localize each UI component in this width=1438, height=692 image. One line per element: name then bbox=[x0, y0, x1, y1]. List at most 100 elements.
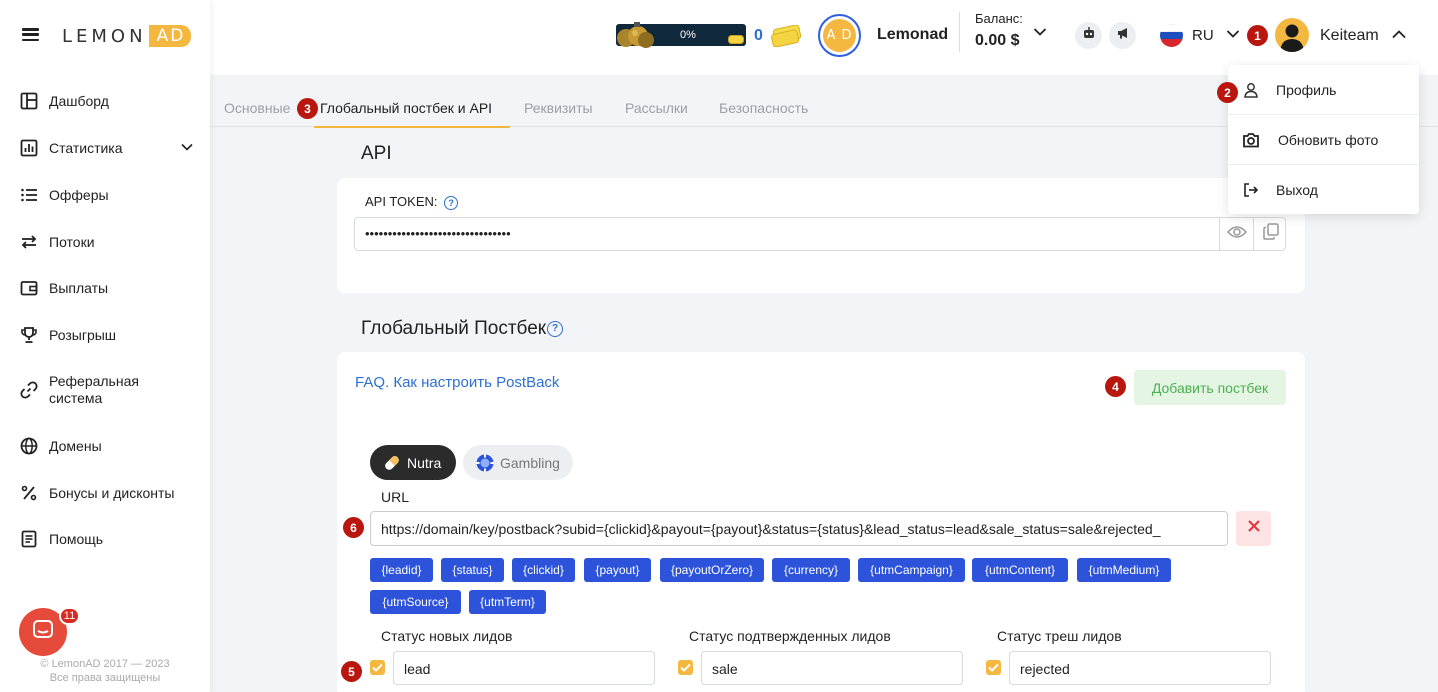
api-token-label-text: API TOKEN: bbox=[365, 194, 438, 209]
chevron-up-icon[interactable] bbox=[1390, 26, 1408, 49]
logo-badge: AD bbox=[148, 25, 192, 47]
vertical-nutra-pill[interactable]: Nutra bbox=[370, 445, 456, 480]
flag-ru-icon[interactable] bbox=[1160, 24, 1183, 47]
copyright-line: © LemonAD 2017 — 2023 bbox=[40, 658, 170, 670]
checkmark-icon bbox=[680, 659, 691, 677]
macro-tag[interactable]: {leadid} bbox=[370, 558, 433, 582]
megaphone-icon bbox=[1116, 26, 1130, 45]
gift-progress-label: 0% bbox=[680, 29, 696, 41]
announcements-button[interactable] bbox=[1109, 22, 1136, 49]
casino-chip-icon bbox=[475, 453, 495, 473]
status-trash-checkbox[interactable] bbox=[986, 660, 1001, 675]
coins-count: 0 bbox=[754, 27, 763, 44]
postback-url-input[interactable]: https://domain/key/postback?subid={click… bbox=[370, 511, 1228, 546]
status-approved-input[interactable]: sale bbox=[701, 651, 963, 685]
marker-badge: 5 bbox=[341, 661, 362, 682]
sidebar-item-label: Помощь bbox=[49, 531, 104, 547]
trophy-icon bbox=[20, 326, 38, 344]
sidebar-item-streams[interactable]: Потоки bbox=[20, 233, 196, 251]
brand-name: Lemonad bbox=[877, 26, 949, 43]
help-icon[interactable]: ? bbox=[444, 195, 459, 210]
sidebar-item-dashboard[interactable]: Дашборд bbox=[20, 92, 196, 110]
sidebar-item-payouts[interactable]: Выплаты bbox=[20, 279, 196, 297]
menu-item-logout[interactable]: Выход bbox=[1228, 165, 1419, 214]
statistics-icon bbox=[20, 139, 38, 157]
sidebar-item-help[interactable]: Помощь bbox=[20, 530, 196, 548]
chevron-down-icon[interactable] bbox=[180, 140, 194, 157]
menu-item-profile[interactable]: Профиль bbox=[1228, 65, 1419, 114]
tab-security[interactable]: Безопасность bbox=[719, 100, 808, 116]
sidebar-item-bonuses[interactable]: Бонусы и дисконты bbox=[20, 484, 196, 502]
link-icon bbox=[20, 381, 38, 399]
status-trash-input[interactable]: rejected bbox=[1009, 651, 1271, 685]
macro-tag[interactable]: {clickid} bbox=[512, 558, 575, 582]
faq-postback-link[interactable]: FAQ. Как настроить PostBack bbox=[355, 374, 559, 391]
status-new-input[interactable]: lead bbox=[393, 651, 655, 685]
api-token-field[interactable]: •••••••••••••••••••••••••••••••• bbox=[354, 217, 1286, 251]
menu-burger-icon[interactable] bbox=[22, 28, 39, 41]
chevron-down-icon[interactable] bbox=[1032, 24, 1048, 45]
bot-button[interactable] bbox=[1075, 22, 1102, 49]
help-doc-icon bbox=[20, 530, 38, 548]
brand-avatar-initials: A D bbox=[823, 19, 856, 52]
macro-tag[interactable]: {status} bbox=[441, 558, 504, 582]
url-label: URL bbox=[381, 489, 410, 505]
sidebar-item-label: Статистика bbox=[49, 140, 123, 156]
menu-item-label: Выход bbox=[1276, 181, 1318, 198]
macro-tag[interactable]: {utmCampaign} bbox=[858, 558, 965, 582]
help-icon[interactable]: ? bbox=[547, 320, 564, 337]
tab-global-postback-api[interactable]: Глобальный постбек и API bbox=[320, 100, 492, 116]
macro-tag[interactable]: {utmTerm} bbox=[469, 590, 546, 614]
sidebar-item-referral[interactable]: Реферальная система bbox=[20, 373, 196, 407]
wallet-icon bbox=[20, 279, 38, 297]
user-avatar[interactable] bbox=[1275, 18, 1309, 52]
menu-item-label: Обновить фото bbox=[1278, 131, 1379, 148]
close-icon bbox=[1247, 519, 1261, 538]
status-approved-checkbox[interactable] bbox=[678, 660, 693, 675]
macro-tag[interactable]: {utmContent} bbox=[972, 558, 1068, 582]
list-icon bbox=[20, 186, 38, 204]
tab-mailings[interactable]: Рассылки bbox=[625, 100, 688, 116]
sidebar-item-offers[interactable]: Офферы bbox=[20, 186, 196, 204]
status-approved-leads-label: Статус подтвержденных лидов bbox=[689, 628, 891, 644]
globe-icon bbox=[20, 437, 38, 455]
status-new-checkbox[interactable] bbox=[370, 660, 385, 675]
copy-token-button[interactable] bbox=[1253, 218, 1287, 250]
language-label[interactable]: RU bbox=[1192, 27, 1214, 44]
api-token-value: •••••••••••••••••••••••••••••••• bbox=[365, 226, 511, 241]
active-tab-indicator bbox=[314, 126, 510, 128]
tab-requisites[interactable]: Реквизиты bbox=[524, 100, 593, 116]
macro-tag[interactable]: {payout} bbox=[584, 558, 651, 582]
marker-badge: 6 bbox=[343, 517, 364, 538]
username[interactable]: Keiteam bbox=[1320, 27, 1379, 45]
dashboard-icon bbox=[20, 92, 38, 110]
marker-badge: 2 bbox=[1217, 82, 1238, 103]
postback-url-value: https://domain/key/postback?subid={click… bbox=[381, 521, 1161, 537]
macro-tag[interactable]: {currency} bbox=[772, 558, 850, 582]
sidebar-item-label: Дашборд bbox=[49, 93, 109, 109]
arrows-icon bbox=[20, 233, 38, 251]
logo[interactable]: LEMON AD bbox=[62, 24, 192, 48]
vertical-gambling-pill[interactable]: Gambling bbox=[463, 445, 573, 480]
macro-tag[interactable]: {utmMedium} bbox=[1077, 558, 1171, 582]
sidebar-item-label: Розыгрыш bbox=[49, 327, 117, 343]
marker-badge: 3 bbox=[297, 98, 318, 119]
add-postback-button[interactable]: Добавить постбек bbox=[1134, 370, 1286, 405]
tab-main[interactable]: Основные bbox=[224, 100, 290, 116]
chevron-down-icon[interactable] bbox=[1225, 26, 1241, 47]
macro-tag[interactable]: {payoutOrZero} bbox=[660, 558, 764, 582]
menu-item-update-photo[interactable]: Обновить фото bbox=[1228, 115, 1419, 164]
sidebar-item-label: Офферы bbox=[49, 187, 109, 203]
brand-avatar[interactable]: A D bbox=[818, 14, 861, 57]
sidebar-item-statistics[interactable]: Статистика bbox=[20, 139, 196, 157]
status-trash-value: rejected bbox=[1020, 661, 1070, 677]
status-approved-value: sale bbox=[712, 661, 738, 677]
macro-tag[interactable]: {utmSource} bbox=[370, 590, 461, 614]
delete-postback-button[interactable] bbox=[1236, 511, 1271, 546]
api-token-label: API TOKEN: ? bbox=[365, 194, 459, 210]
show-token-button[interactable] bbox=[1219, 218, 1253, 250]
logo-text: LEMON bbox=[62, 25, 147, 47]
chat-unread-badge: 11 bbox=[59, 607, 80, 625]
sidebar-item-raffle[interactable]: Розыгрыш bbox=[20, 326, 196, 344]
sidebar-item-domains[interactable]: Домены bbox=[20, 437, 196, 455]
